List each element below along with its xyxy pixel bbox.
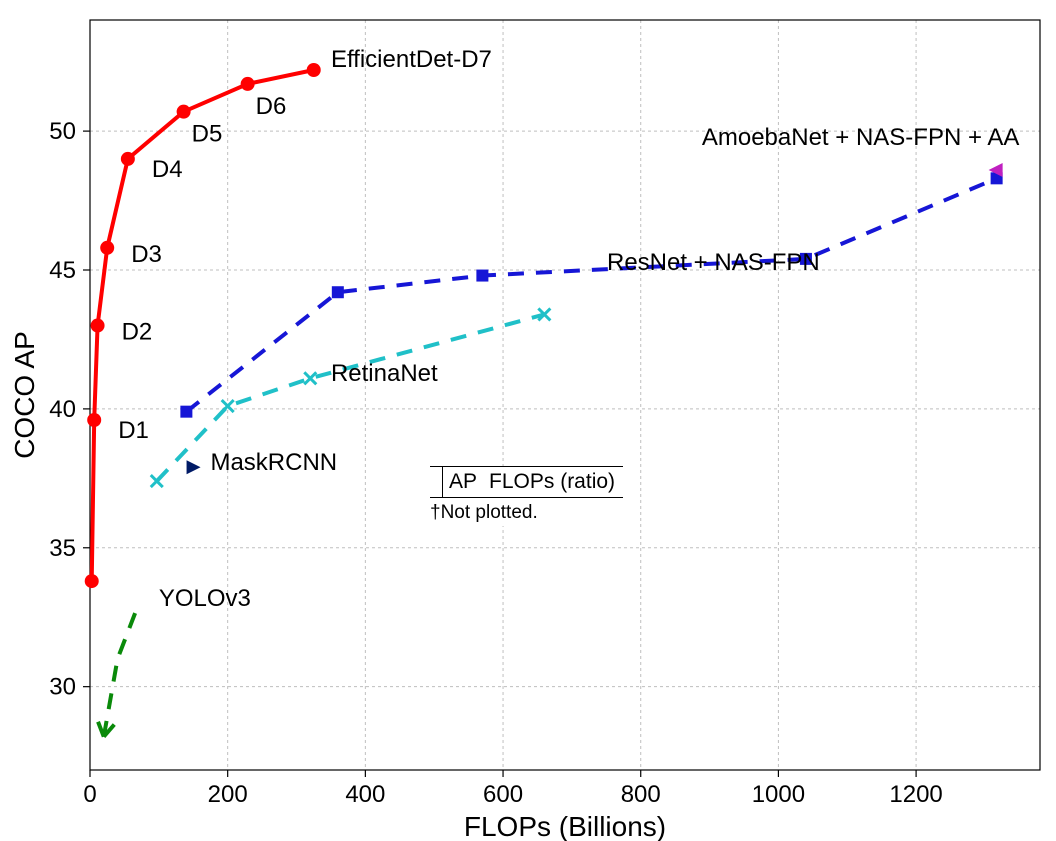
series-label: YOLOv3 bbox=[159, 585, 251, 612]
table-col-flops: FLOPs (ratio) bbox=[485, 467, 623, 498]
chart-container: 0 200 400 600 800 1000 1200 30 35 40 45 50 FLOPs (Bi… bbox=[0, 0, 1056, 841]
svg-text:D6: D6 bbox=[256, 93, 287, 120]
table-col-ap: AP bbox=[443, 467, 486, 498]
svg-text:D3: D3 bbox=[131, 241, 162, 268]
svg-text:45: 45 bbox=[49, 257, 76, 284]
svg-text:COCO AP: COCO AP bbox=[9, 331, 40, 459]
svg-text:50: 50 bbox=[49, 118, 76, 145]
svg-text:35: 35 bbox=[49, 535, 76, 562]
svg-text:600: 600 bbox=[483, 781, 523, 808]
svg-text:400: 400 bbox=[345, 781, 385, 808]
svg-text:40: 40 bbox=[49, 396, 76, 423]
comparison-table: AP FLOPs (ratio) †Not plotted. bbox=[430, 466, 623, 526]
svg-text:FLOPs (Billions): FLOPs (Billions) bbox=[464, 811, 666, 841]
series-maskrcnn bbox=[187, 460, 201, 474]
series-label: MaskRCNN bbox=[210, 449, 337, 476]
series-label: EfficientDet-D7 bbox=[331, 46, 492, 73]
svg-text:1200: 1200 bbox=[889, 781, 942, 808]
series-label: AmoebaNet + NAS-FPN + AA bbox=[702, 124, 1019, 151]
chart-svg: 0 200 400 600 800 1000 1200 30 35 40 45 50 FLOPs (Bi… bbox=[0, 0, 1056, 841]
svg-text:30: 30 bbox=[49, 674, 76, 701]
svg-text:800: 800 bbox=[621, 781, 661, 808]
svg-text:0: 0 bbox=[83, 781, 96, 808]
svg-text:200: 200 bbox=[208, 781, 248, 808]
svg-text:1000: 1000 bbox=[752, 781, 805, 808]
series-label: RetinaNet bbox=[331, 360, 438, 387]
series-yolov3 bbox=[98, 603, 139, 736]
svg-text:D4: D4 bbox=[152, 156, 183, 183]
table-footnote: †Not plotted. bbox=[430, 498, 623, 526]
svg-text:D5: D5 bbox=[192, 121, 223, 148]
svg-text:D2: D2 bbox=[122, 319, 153, 346]
table-col-name bbox=[430, 467, 443, 498]
svg-text:D1: D1 bbox=[118, 417, 149, 444]
series-label: ResNet + NAS-FPN bbox=[607, 249, 820, 276]
